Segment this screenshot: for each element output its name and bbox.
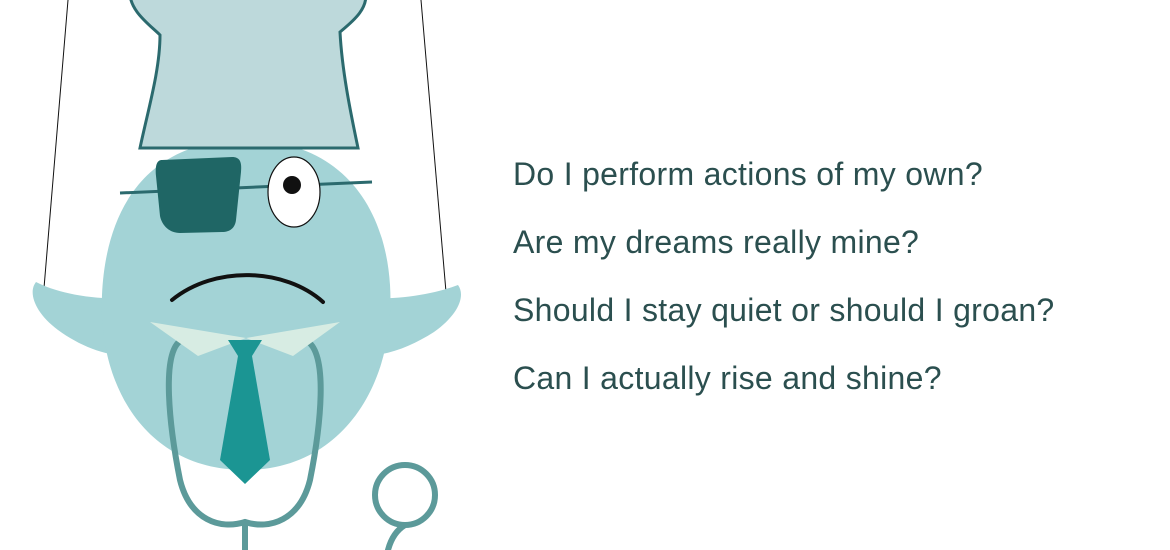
right-string: [420, 0, 447, 293]
question-1: Do I perform actions of my own?: [513, 156, 983, 192]
puppet-illustration: [32, 0, 461, 550]
question-list: Do I perform actions of my own? Are my d…: [513, 140, 1055, 412]
stethoscope-tube-lower: [385, 522, 408, 550]
eyepatch-icon: [155, 157, 242, 233]
question-2: Are my dreams really mine?: [513, 224, 920, 260]
left-string: [43, 0, 69, 289]
stethoscope-chestpiece-icon: [372, 462, 438, 528]
question-4: Can I actually rise and shine?: [513, 360, 942, 396]
question-3: Should I stay quiet or should I groan?: [513, 292, 1055, 328]
pupil: [283, 176, 301, 194]
chef-hat: [129, 0, 367, 150]
